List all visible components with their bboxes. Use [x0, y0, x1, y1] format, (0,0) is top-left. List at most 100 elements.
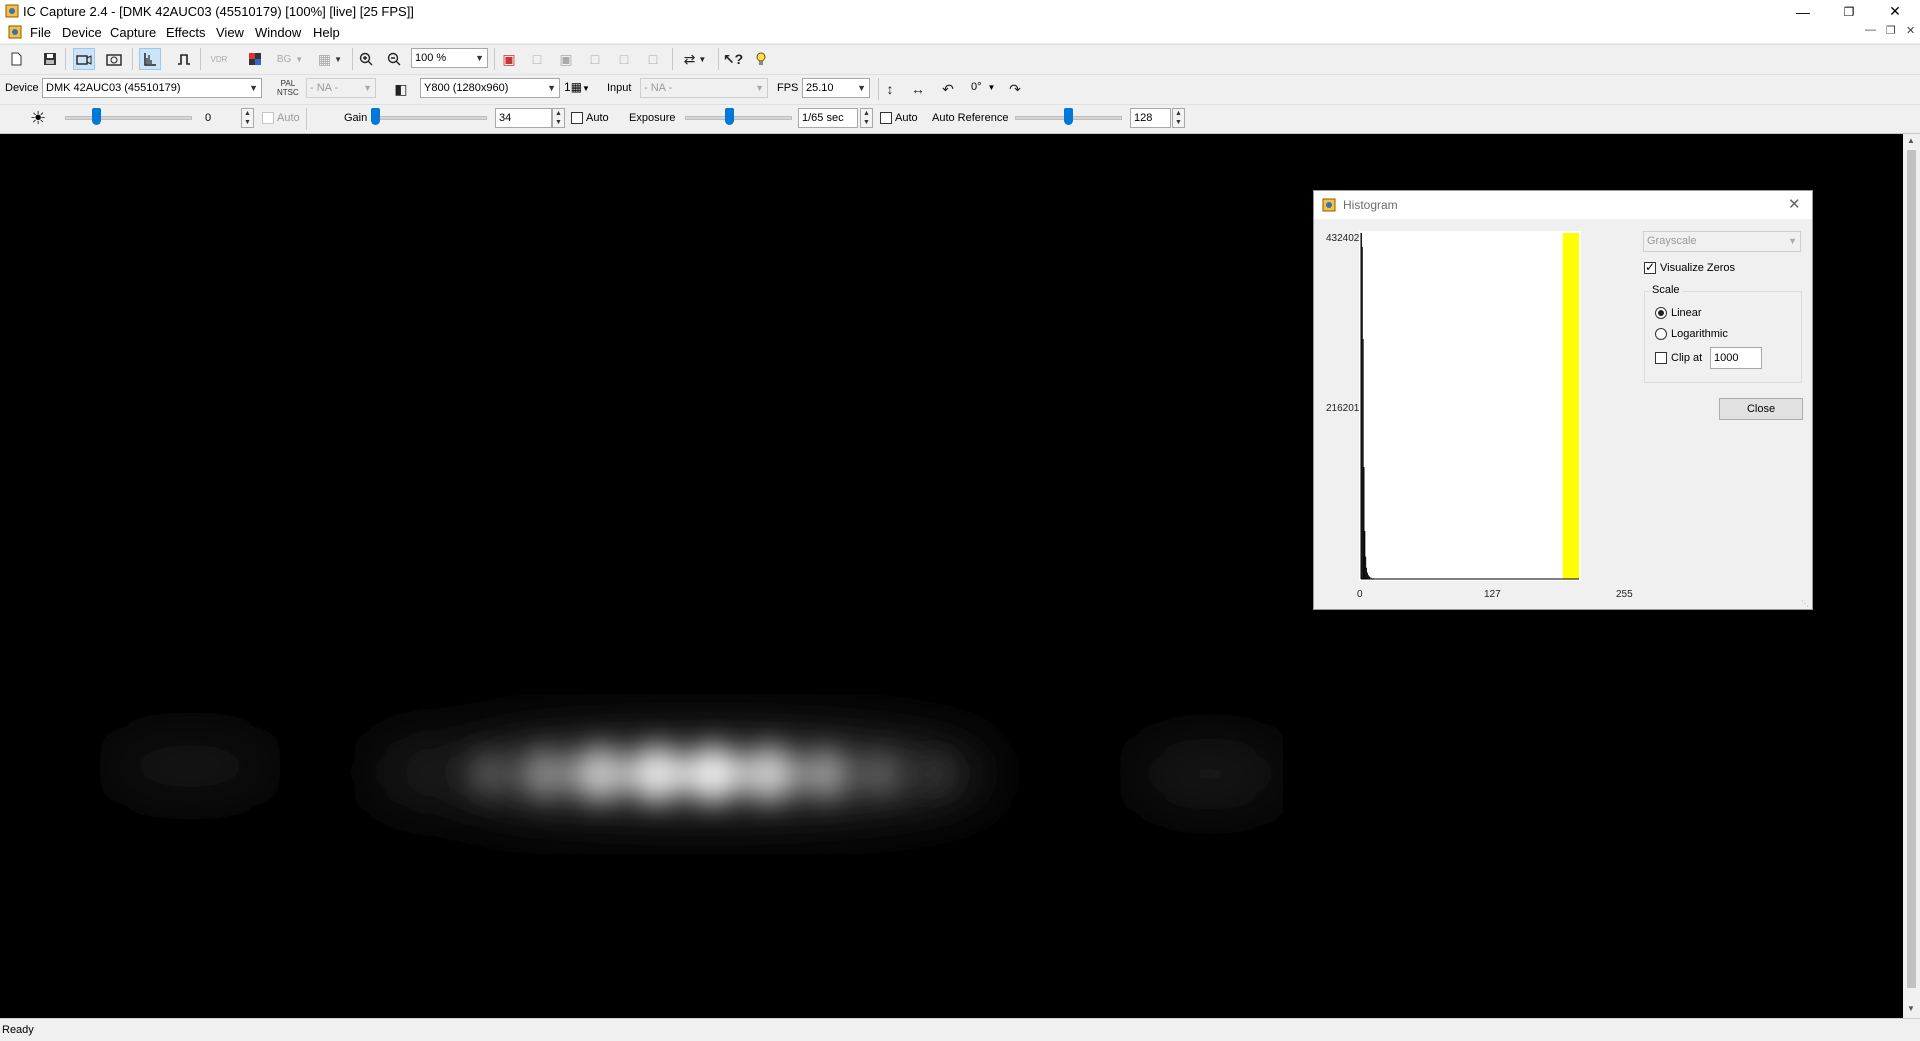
flip-vertical-icon: ↕	[887, 81, 894, 97]
camera-live-icon	[76, 52, 92, 66]
brightness-slider-track[interactable]	[65, 116, 192, 120]
overlay-button-1[interactable]: □	[526, 48, 548, 70]
exposure-auto-checkbox[interactable]	[880, 112, 892, 124]
tips-button[interactable]	[750, 48, 772, 70]
auto-reference-input[interactable]: 128	[1130, 108, 1171, 128]
clip-checkbox[interactable]	[1655, 352, 1667, 364]
brightness-spinner[interactable]: ▲▼	[241, 108, 254, 128]
histogram-button[interactable]	[139, 48, 161, 70]
grid-icon: ▦	[318, 51, 331, 68]
frame-icon: ▣	[559, 51, 572, 68]
format-icon-button[interactable]: ◧	[390, 78, 412, 100]
logarithmic-radio[interactable]	[1655, 328, 1667, 340]
exposure-slider-thumb[interactable]	[725, 108, 734, 125]
rotate-right-button[interactable]: ↷	[1004, 78, 1026, 100]
vertical-scrollbar[interactable]: ▲ ▼	[1903, 134, 1920, 1018]
menu-effects[interactable]: Effects	[166, 25, 206, 40]
mdi-restore-icon[interactable]: ❐	[1886, 24, 1896, 37]
grid-select[interactable]: 1▦▼	[564, 80, 590, 94]
pal-label: PAL	[277, 79, 299, 88]
output-button[interactable]: ⇄▼	[678, 48, 712, 70]
histogram-title-bar[interactable]: Histogram ✕	[1314, 191, 1812, 219]
overlay-button-5[interactable]: □	[642, 48, 664, 70]
color-button[interactable]	[244, 48, 266, 70]
menu-device[interactable]: Device	[62, 25, 102, 40]
clip-label: Clip at	[1671, 352, 1702, 364]
overlay-button-2[interactable]: ▣	[555, 48, 577, 70]
flip-horizontal-button[interactable]: ↔	[907, 78, 929, 100]
zoom-select[interactable]: 100 %▼	[411, 48, 488, 68]
auto-reference-spinner[interactable]: ▲▼	[1172, 108, 1185, 128]
video-format-select[interactable]: Y800 (1280x960)▼	[420, 78, 560, 98]
spin-up-icon: ▲	[553, 109, 564, 118]
exposure-spinner[interactable]: ▲▼	[860, 108, 873, 128]
gain-slider-track[interactable]	[375, 116, 487, 120]
gain-auto-checkbox[interactable]	[571, 112, 583, 124]
resize-grip-icon[interactable]: ⋱	[1801, 599, 1809, 608]
auto-reference-slider-thumb[interactable]	[1064, 108, 1073, 125]
menu-help[interactable]: Help	[313, 25, 340, 40]
exposure-input[interactable]: 1/65 sec	[798, 108, 858, 128]
scroll-down-icon[interactable]: ▼	[1907, 1004, 1915, 1013]
bg-button[interactable]: BG▼	[274, 48, 306, 70]
title-bar[interactable]: IC Capture 2.4 - [DMK 42AUC03 (45510179)…	[0, 0, 1920, 23]
rotate-right-icon: ↷	[1009, 81, 1021, 98]
channel-select[interactable]: Grayscale▼	[1643, 231, 1801, 252]
menu-view[interactable]: View	[216, 25, 244, 40]
flip-vertical-button[interactable]: ↕	[879, 78, 901, 100]
tiles-button[interactable]: ▦▼	[314, 48, 346, 70]
separator	[672, 48, 673, 70]
linear-radio[interactable]	[1655, 307, 1667, 319]
video-norm-select[interactable]: - NA -▼	[306, 78, 376, 98]
ntsc-label: NTSC	[277, 88, 299, 97]
histogram-window[interactable]: Histogram ✕ 432402 216201 0 127 255 Gray…	[1313, 190, 1813, 610]
menu-capture[interactable]: Capture	[110, 25, 156, 40]
trigger-button[interactable]	[173, 48, 195, 70]
scale-group-label: Scale	[1650, 284, 1682, 296]
separator	[306, 108, 307, 130]
scroll-up-icon[interactable]: ▲	[1907, 136, 1915, 145]
histogram-title: Histogram	[1343, 198, 1398, 212]
rotation-select[interactable]: 0°▼	[971, 81, 995, 93]
context-help-button[interactable]: ↖?	[722, 48, 744, 70]
brightness-slider-thumb[interactable]	[92, 108, 101, 125]
close-icon[interactable]: ✕	[1788, 195, 1801, 213]
clip-value-input[interactable]: 1000	[1710, 347, 1762, 369]
zoom-in-button[interactable]	[355, 48, 377, 70]
mdi-minimize-icon[interactable]: —	[1865, 24, 1876, 36]
gain-spinner[interactable]: ▲▼	[552, 108, 565, 128]
mdi-close-icon[interactable]: ✕	[1906, 24, 1915, 37]
close-window-button[interactable]: ✕	[1872, 0, 1918, 23]
live-button[interactable]	[73, 48, 95, 70]
document-icon[interactable]	[8, 25, 22, 39]
vdr-icon: VDR	[211, 55, 228, 64]
restore-button[interactable]: ❐	[1826, 0, 1872, 23]
save-button[interactable]	[39, 48, 61, 70]
roi-button[interactable]: ▣	[498, 48, 520, 70]
gain-input[interactable]: 34	[495, 108, 552, 128]
brightness-auto-checkbox[interactable]	[262, 112, 274, 124]
overlay-button-4[interactable]: □	[613, 48, 635, 70]
snapshot-button[interactable]	[103, 48, 125, 70]
exposure-slider-track[interactable]	[685, 116, 792, 120]
new-button[interactable]	[5, 48, 27, 70]
device-select[interactable]: DMK 42AUC03 (45510179)▼	[42, 78, 262, 98]
separator	[200, 48, 201, 70]
input-select[interactable]: - NA -▼	[640, 78, 768, 98]
visualize-zeros-checkbox[interactable]: ✓	[1644, 262, 1656, 274]
rotate-left-button[interactable]: ↶	[937, 78, 959, 100]
separator	[718, 48, 719, 70]
scrollbar-thumb[interactable]	[1907, 150, 1916, 988]
vdr-button[interactable]: VDR	[208, 48, 230, 70]
chevron-down-icon: ▼	[857, 79, 866, 97]
gain-slider-thumb[interactable]	[371, 108, 380, 125]
minimize-button[interactable]: —	[1780, 0, 1826, 23]
menu-file[interactable]: File	[30, 25, 51, 40]
fps-select[interactable]: 25.10▼	[802, 78, 870, 98]
menu-window[interactable]: Window	[255, 25, 301, 40]
dropdown-icon: ▼	[295, 55, 303, 64]
histogram-close-button[interactable]: Close	[1719, 398, 1803, 420]
overlay-button-3[interactable]: □	[584, 48, 606, 70]
new-file-icon	[9, 52, 23, 66]
zoom-out-button[interactable]	[383, 48, 405, 70]
